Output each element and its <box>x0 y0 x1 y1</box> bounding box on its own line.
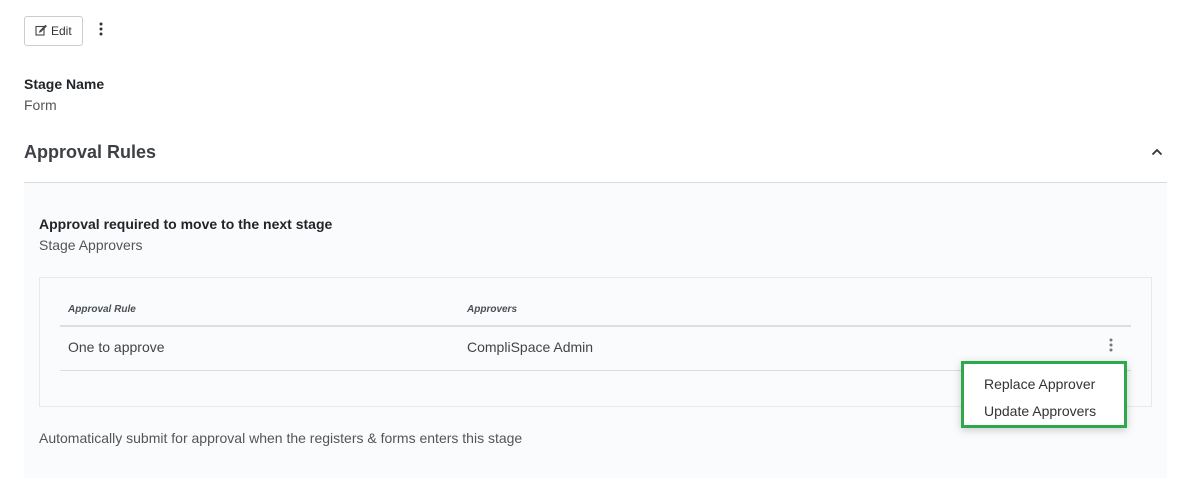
cell-approvers: CompliSpace Admin <box>467 339 594 355</box>
cell-approval-rule: One to approve <box>68 339 165 355</box>
column-header-approvers: Approvers <box>467 304 518 315</box>
kebab-icon <box>99 22 103 41</box>
collapse-button[interactable] <box>1147 142 1167 162</box>
toolbar: Edit <box>24 16 111 46</box>
stage-name-label: Stage Name <box>24 76 105 92</box>
more-actions-button[interactable] <box>91 16 111 46</box>
row-actions-menu: Replace Approver Update Approvers <box>961 361 1127 428</box>
kebab-icon <box>1109 338 1113 355</box>
chevron-up-icon <box>1151 143 1163 161</box>
menu-item-update-approvers[interactable]: Update Approvers <box>964 399 1124 426</box>
auto-submit-text: Automatically submit for approval when t… <box>39 430 523 446</box>
approval-rules-body: Approval required to move to the next st… <box>24 183 1167 478</box>
edit-button[interactable]: Edit <box>24 16 83 46</box>
rule-title: Approval required to move to the next st… <box>39 216 333 232</box>
edit-icon <box>35 24 51 39</box>
rule-subtitle: Stage Approvers <box>39 237 143 253</box>
row-actions-button[interactable] <box>1101 336 1121 356</box>
table-header: Approval Rule Approvers <box>60 294 1131 327</box>
section-title: Approval Rules <box>24 142 157 162</box>
edit-button-label: Edit <box>51 24 72 38</box>
column-header-approval-rule: Approval Rule <box>68 304 136 315</box>
stage-name-value: Form <box>24 97 57 113</box>
approval-rules-header: Approval Rules <box>24 132 1167 183</box>
menu-item-replace-approver[interactable]: Replace Approver <box>964 372 1124 399</box>
